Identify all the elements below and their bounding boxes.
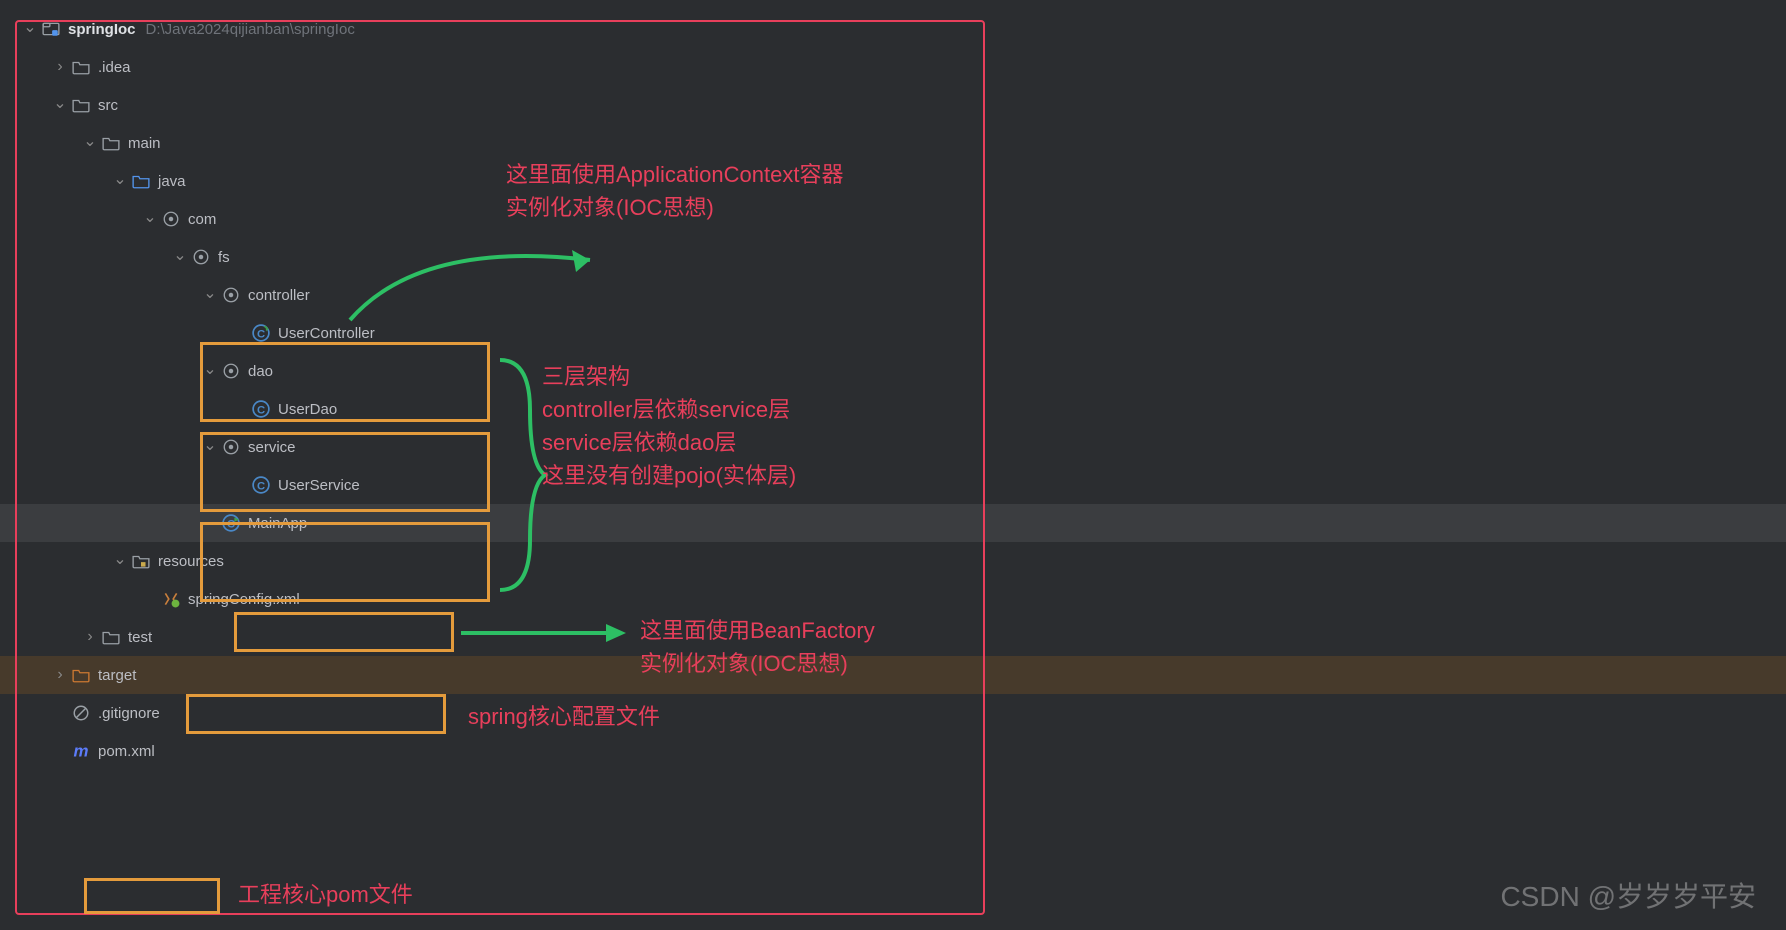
- file-label: pom.xml: [98, 743, 155, 760]
- tree-row-test[interactable]: test: [0, 618, 1786, 656]
- tree-row-idea[interactable]: .idea: [0, 48, 1786, 86]
- svg-text:C: C: [257, 329, 265, 341]
- tree-row-pom[interactable]: m pom.xml: [0, 732, 1786, 770]
- resources-folder-icon: [130, 550, 152, 572]
- annotation-box-pom: [84, 878, 220, 914]
- package-label: fs: [218, 249, 230, 266]
- class-label: UserDao: [278, 401, 337, 418]
- package-icon: [220, 360, 242, 382]
- tree-row-dao[interactable]: dao: [0, 352, 1786, 390]
- folder-label: resources: [158, 553, 224, 570]
- class-label: UserController: [278, 325, 375, 342]
- tree-row-src[interactable]: src: [0, 86, 1786, 124]
- chevron-down-icon[interactable]: [110, 171, 130, 191]
- annotation-pom: 工程核心pom文件: [238, 878, 413, 911]
- chevron-down-icon[interactable]: [200, 285, 220, 305]
- chevron-down-icon[interactable]: [50, 95, 70, 115]
- folder-label: test: [128, 629, 152, 646]
- package-label: service: [248, 439, 296, 456]
- project-folder-icon: [40, 18, 62, 40]
- source-folder-icon: [130, 170, 152, 192]
- svg-text:m: m: [74, 742, 89, 760]
- tree-row-service[interactable]: service: [0, 428, 1786, 466]
- excluded-folder-icon: [70, 664, 92, 686]
- tree-row-mainapp[interactable]: C MainApp: [0, 504, 1786, 542]
- tree-row-springconfig[interactable]: springConfig.xml: [0, 580, 1786, 618]
- folder-label: main: [128, 135, 161, 152]
- chevron-right-icon[interactable]: [50, 666, 70, 684]
- chevron-down-icon[interactable]: [20, 19, 40, 39]
- spring-xml-icon: [160, 588, 182, 610]
- tree-row-target[interactable]: target: [0, 656, 1786, 694]
- package-icon: [190, 246, 212, 268]
- project-path: D:\Java2024qijianban\springIoc: [146, 21, 355, 38]
- svg-text:C: C: [257, 405, 265, 417]
- chevron-down-icon[interactable]: [200, 361, 220, 381]
- chevron-right-icon[interactable]: [80, 628, 100, 646]
- class-icon: C: [250, 322, 272, 344]
- runnable-class-icon: C: [220, 512, 242, 534]
- tree-row-main[interactable]: main: [0, 124, 1786, 162]
- chevron-down-icon[interactable]: [170, 247, 190, 267]
- folder-icon: [70, 94, 92, 116]
- folder-label: src: [98, 97, 118, 114]
- folder-label: java: [158, 173, 186, 190]
- project-tree: springIoc D:\Java2024qijianban\springIoc…: [0, 0, 1786, 780]
- tree-row-controller[interactable]: controller: [0, 276, 1786, 314]
- chevron-down-icon[interactable]: [80, 133, 100, 153]
- tree-row-resources[interactable]: resources: [0, 542, 1786, 580]
- package-icon: [220, 284, 242, 306]
- folder-label: target: [98, 667, 136, 684]
- tree-row-userservice[interactable]: C UserService: [0, 466, 1786, 504]
- tree-row-usercontroller[interactable]: C UserController: [0, 314, 1786, 352]
- folder-icon: [100, 626, 122, 648]
- chevron-down-icon[interactable]: [110, 551, 130, 571]
- class-label: MainApp: [248, 515, 307, 532]
- folder-icon: [70, 56, 92, 78]
- tree-row-project-root[interactable]: springIoc D:\Java2024qijianban\springIoc: [0, 10, 1786, 48]
- svg-text:C: C: [257, 481, 265, 493]
- package-label: dao: [248, 363, 273, 380]
- class-label: UserService: [278, 477, 360, 494]
- chevron-right-icon[interactable]: [50, 58, 70, 76]
- maven-icon: m: [70, 740, 92, 762]
- tree-row-com[interactable]: com: [0, 200, 1786, 238]
- svg-text:C: C: [227, 519, 235, 531]
- file-label: .gitignore: [98, 705, 160, 722]
- folder-icon: [100, 132, 122, 154]
- class-icon: C: [250, 474, 272, 496]
- package-label: controller: [248, 287, 310, 304]
- chevron-down-icon[interactable]: [200, 437, 220, 457]
- tree-row-fs[interactable]: fs: [0, 238, 1786, 276]
- tree-row-java[interactable]: java: [0, 162, 1786, 200]
- tree-row-userdao[interactable]: C UserDao: [0, 390, 1786, 428]
- gitignore-icon: [70, 702, 92, 724]
- file-label: springConfig.xml: [188, 591, 300, 608]
- tree-row-gitignore[interactable]: .gitignore: [0, 694, 1786, 732]
- folder-label: .idea: [98, 59, 131, 76]
- package-icon: [160, 208, 182, 230]
- project-name: springIoc: [68, 21, 136, 38]
- package-icon: [220, 436, 242, 458]
- package-label: com: [188, 211, 216, 228]
- watermark: CSDN @岁岁岁平安: [1500, 875, 1756, 915]
- chevron-down-icon[interactable]: [140, 209, 160, 229]
- class-icon: C: [250, 398, 272, 420]
